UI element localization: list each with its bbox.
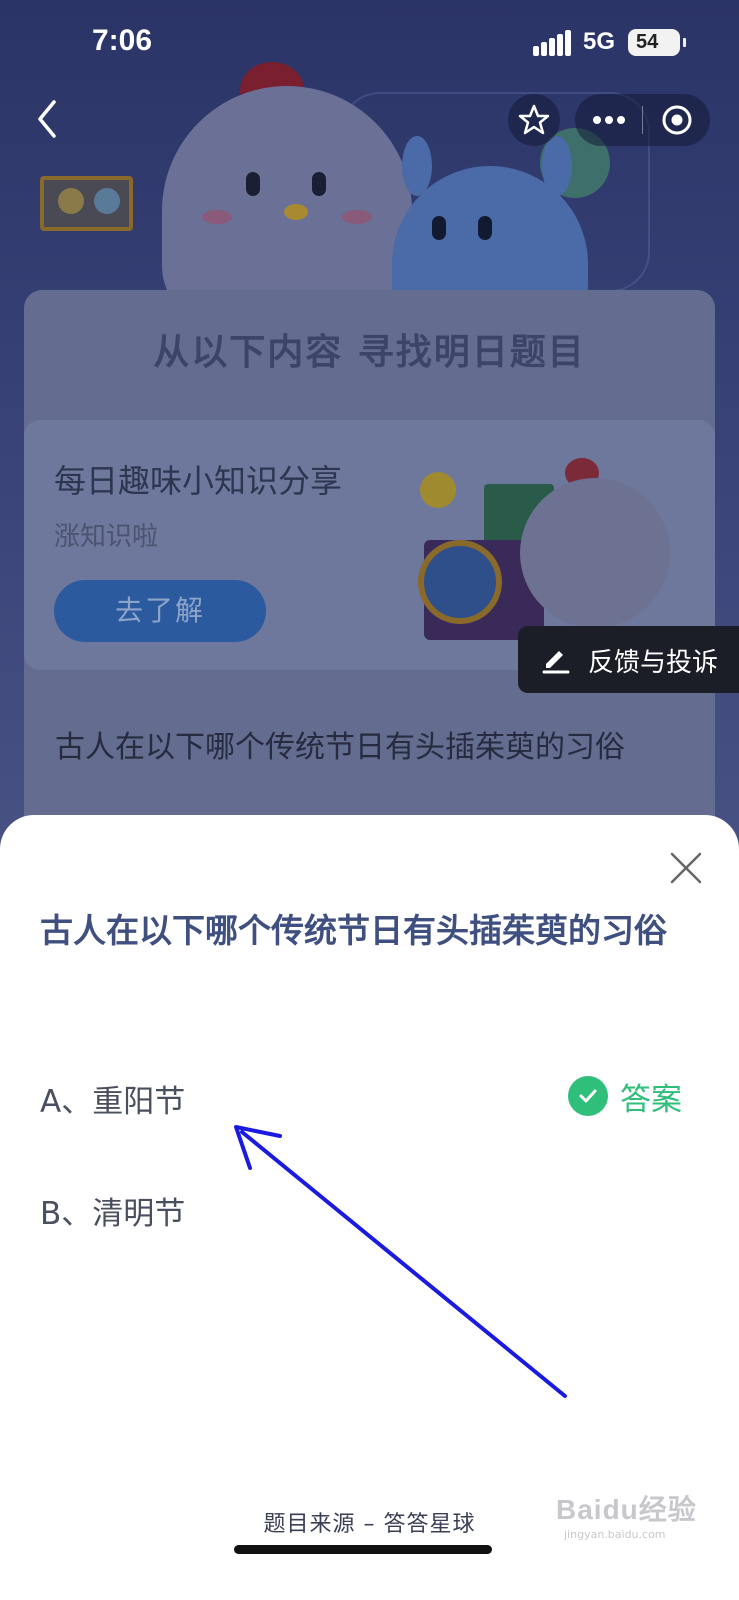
question-title: 古人在以下哪个传统节日有头插茱萸的习俗 (40, 911, 667, 950)
signal-icon (533, 30, 571, 56)
knowledge-card-subtitle: 涨知识啦 (54, 522, 159, 552)
check-icon (568, 1076, 608, 1116)
watermark-brand: Baidu经验 (556, 1494, 697, 1525)
globe-illustration (418, 540, 502, 624)
battery-icon: 54 (628, 29, 686, 56)
knowledge-card-title: 每日趣味小知识分享 (54, 462, 343, 500)
close-icon (670, 852, 702, 884)
close-mini-program-button[interactable] (643, 94, 710, 146)
feedback-button[interactable]: 反馈与投诉 (518, 626, 739, 693)
clock: 7:06 (92, 24, 153, 57)
network-type: 5G (583, 28, 616, 55)
close-button[interactable] (666, 848, 706, 888)
learn-more-button[interactable]: 去了解 (54, 580, 266, 642)
more-icon (592, 116, 625, 124)
feedback-label: 反馈与投诉 (588, 648, 719, 678)
home-indicator[interactable] (234, 1545, 492, 1554)
star-icon (518, 104, 550, 135)
more-button[interactable] (575, 94, 642, 146)
back-icon (38, 100, 56, 138)
option-b[interactable]: B、清明节 (40, 1188, 185, 1233)
watermark-site: jingyan.baidu.com (564, 1528, 666, 1541)
answer-badge: 答案 (568, 1074, 682, 1118)
back-button[interactable] (28, 94, 72, 144)
status-bar: 7:06 5G 54 (0, 0, 739, 88)
target-icon (662, 105, 691, 135)
section-title: 从以下内容 寻找明日题目 (153, 332, 586, 373)
chick-illustration (520, 478, 670, 628)
background-question-title: 古人在以下哪个传统节日有头插茱萸的习俗 (55, 730, 625, 765)
battery-level: 54 (636, 31, 659, 53)
lightbulb-illustration (420, 472, 456, 508)
option-a[interactable]: A、重阳节 (40, 1076, 185, 1121)
baidu-watermark: Baidu经验 jingyan.baidu.com (556, 1488, 716, 1548)
favorite-button[interactable] (508, 94, 560, 146)
medal-frame-decoration (40, 176, 133, 231)
mini-program-capsule (575, 94, 710, 146)
answer-label: 答案 (620, 1081, 682, 1118)
edit-icon (542, 651, 570, 674)
